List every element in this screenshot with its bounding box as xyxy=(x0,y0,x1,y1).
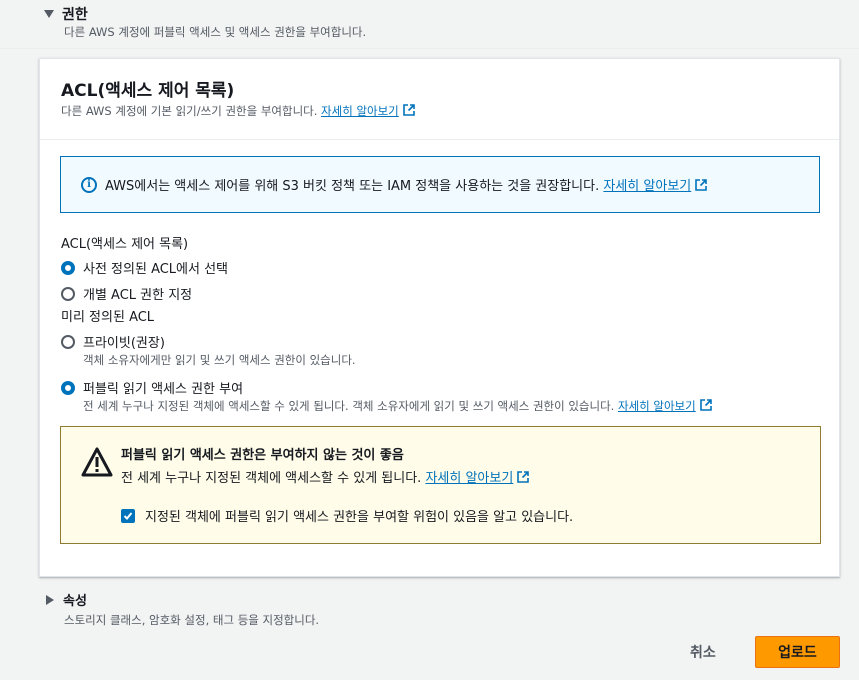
public-read-learn-more-link[interactable]: 자세히 알아보기 xyxy=(618,399,712,413)
info-alert-text: AWS에서는 액세스 제어를 위해 S3 버킷 정책 또는 IAM 정책을 사용… xyxy=(105,179,600,194)
upload-button[interactable]: 업로드 xyxy=(755,636,840,668)
warning-text-row: 전 세계 누구나 지정된 객체에 액세스할 수 있게 됩니다. 자세히 알아보기 xyxy=(121,467,530,486)
caret-down-icon xyxy=(44,10,54,18)
section-divider xyxy=(0,48,859,49)
external-link-icon xyxy=(699,399,712,411)
radio-individual-acl[interactable]: 개별 ACL 권한 지정 xyxy=(61,284,192,303)
radio-label: 프라이빗(권장) xyxy=(83,336,165,351)
radio-private-description: 객체 소유자에게만 읽기 및 쓰기 액세스 권한이 있습니다. xyxy=(83,353,356,367)
checkbox-checked-icon[interactable] xyxy=(121,508,135,523)
warning-learn-more-link[interactable]: 자세히 알아보기 xyxy=(425,471,530,486)
properties-title: 속성 xyxy=(63,594,87,609)
acknowledge-label: 지정된 객체에 퍼블릭 읽기 액세스 권한을 부여할 위험이 있음을 알고 있습… xyxy=(145,510,574,525)
radio-unchecked-icon[interactable] xyxy=(61,286,75,301)
warning-text: 전 세계 누구나 지정된 객체에 액세스할 수 있게 됩니다. xyxy=(121,471,422,486)
info-icon: i xyxy=(81,176,97,193)
predefined-acl-label: 미리 정의된 ACL xyxy=(61,310,155,325)
external-link-icon xyxy=(402,104,415,116)
permissions-header[interactable]: 권한 xyxy=(44,4,88,24)
radio-checked-icon[interactable] xyxy=(61,380,75,395)
radio-label: 사전 정의된 ACL에서 선택 xyxy=(83,262,229,277)
acl-panel-title: ACL(액세스 제어 목록) xyxy=(61,81,235,101)
radio-private[interactable]: 프라이빗(권장) xyxy=(61,332,165,351)
acknowledge-checkbox-row[interactable]: 지정된 객체에 퍼블릭 읽기 액세스 권한을 부여할 위험이 있음을 알고 있습… xyxy=(121,506,573,525)
caret-right-icon xyxy=(46,594,54,605)
acl-field-label: ACL(액세스 제어 목록) xyxy=(61,237,189,252)
radio-label: 퍼블릭 읽기 액세스 권한 부여 xyxy=(83,382,244,397)
warning-icon xyxy=(81,447,113,477)
warning-title: 퍼블릭 읽기 액세스 권한은 부여하지 않는 것이 좋음 xyxy=(121,448,404,463)
info-learn-more-link[interactable]: 자세히 알아보기 xyxy=(603,175,708,194)
acl-panel-header: ACL(액세스 제어 목록) 다른 AWS 계정에 기본 읽기/쓰기 권한을 부… xyxy=(40,59,839,140)
properties-description: 스토리지 클래스, 암호화 설정, 태그 등을 지정합니다. xyxy=(64,613,320,627)
permissions-description: 다른 AWS 계정에 퍼블릭 액세스 및 액세스 권한을 부여합니다. xyxy=(64,25,367,39)
acl-learn-more-link[interactable]: 자세히 알아보기 xyxy=(321,104,415,118)
external-link-icon xyxy=(517,471,530,483)
radio-checked-icon[interactable] xyxy=(61,260,75,275)
radio-public-read-description-text: 전 세계 누구나 지정된 객체에 액세스할 수 있게 됩니다. 객체 소유자에게… xyxy=(83,399,615,413)
radio-public-read[interactable]: 퍼블릭 읽기 액세스 권한 부여 xyxy=(61,378,243,397)
permissions-title: 권한 xyxy=(62,7,88,23)
properties-header[interactable]: 속성 xyxy=(46,590,87,609)
radio-unchecked-icon[interactable] xyxy=(61,334,75,349)
acl-panel-description-text: 다른 AWS 계정에 기본 읽기/쓰기 권한을 부여합니다. xyxy=(61,104,318,118)
warning-alert: 퍼블릭 읽기 액세스 권한은 부여하지 않는 것이 좋음 전 세계 누구나 지정… xyxy=(60,426,821,544)
acl-panel-description: 다른 AWS 계정에 기본 읽기/쓰기 권한을 부여합니다. 자세히 알아보기 xyxy=(61,103,415,119)
radio-label: 개별 ACL 권한 지정 xyxy=(83,288,193,303)
radio-public-read-description: 전 세계 누구나 지정된 객체에 액세스할 수 있게 됩니다. 객체 소유자에게… xyxy=(83,398,712,414)
external-link-icon xyxy=(695,179,708,191)
info-alert: i AWS에서는 액세스 제어를 위해 S3 버킷 정책 또는 IAM 정책을 … xyxy=(60,156,820,213)
cancel-button[interactable]: 취소 xyxy=(690,642,716,662)
acl-panel: ACL(액세스 제어 목록) 다른 AWS 계정에 기본 읽기/쓰기 권한을 부… xyxy=(39,58,840,577)
radio-predefined-acl[interactable]: 사전 정의된 ACL에서 선택 xyxy=(61,258,228,277)
